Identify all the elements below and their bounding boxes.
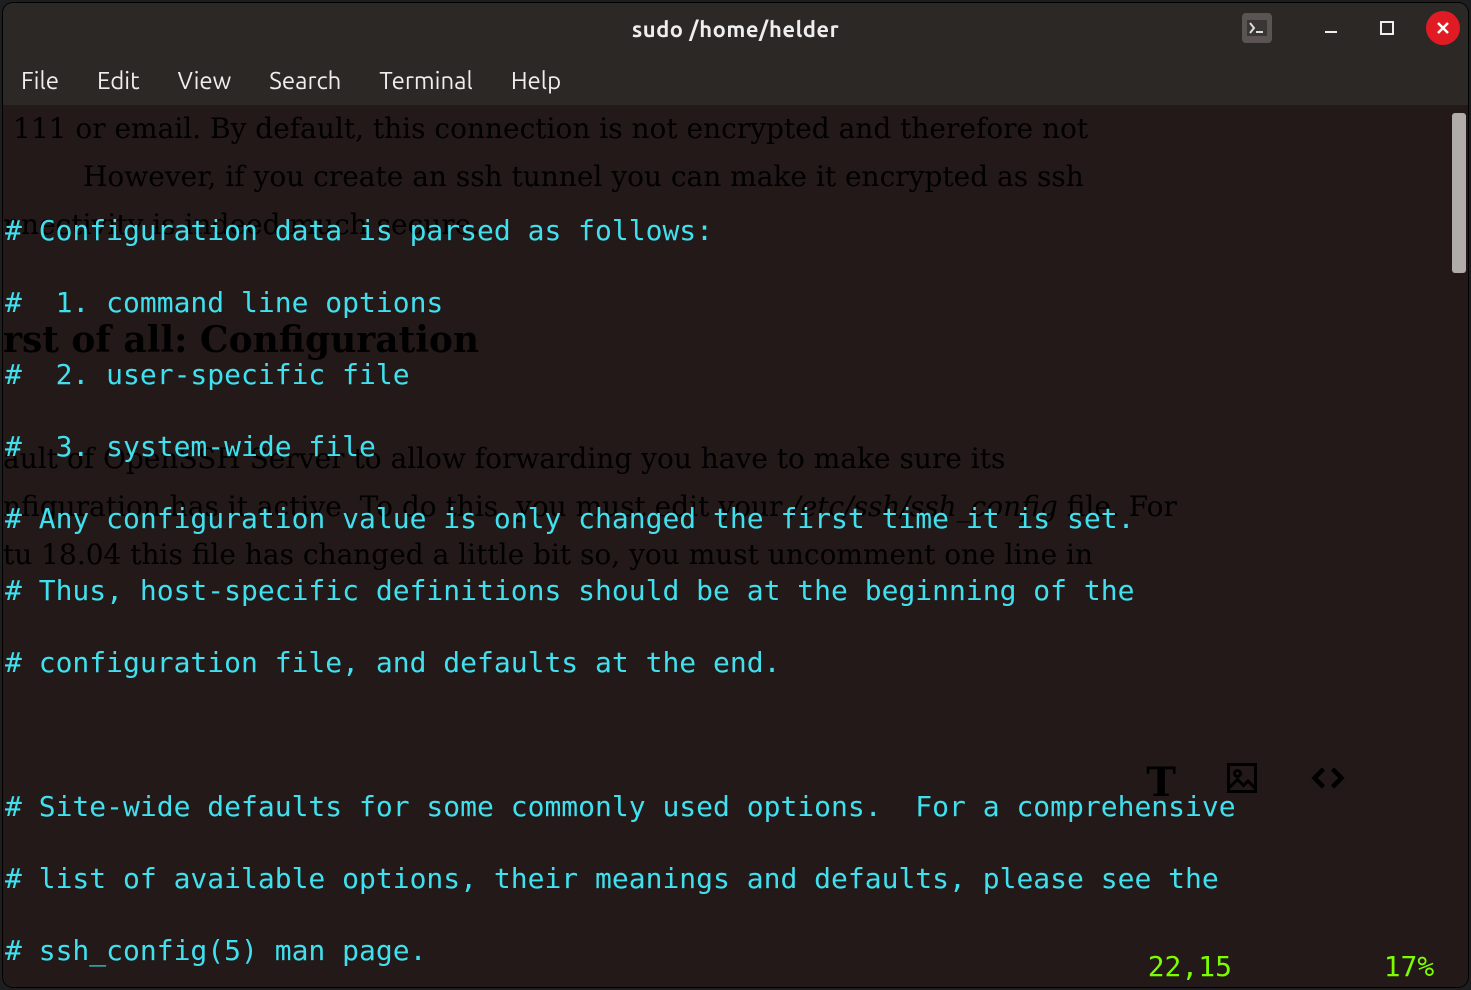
scroll-percent: 17% (1384, 950, 1435, 983)
maximize-button[interactable] (1370, 11, 1404, 45)
terminal-app-icon (1242, 13, 1272, 43)
close-button[interactable] (1426, 11, 1460, 45)
editor-line: # configuration file, and defaults at th… (5, 645, 1468, 681)
titlebar: sudo /home/helder (3, 3, 1468, 55)
editor-line: # Any configuration value is only change… (5, 501, 1468, 537)
menu-file[interactable]: File (21, 67, 59, 94)
editor-line (5, 141, 1468, 177)
menu-help[interactable]: Help (511, 67, 561, 94)
menu-view[interactable]: View (178, 67, 232, 94)
editor-line: # 1. command line options (5, 285, 1468, 321)
window-title: sudo /home/helder (632, 17, 839, 42)
editor-line: # 3. system-wide file (5, 429, 1468, 465)
menu-terminal[interactable]: Terminal (379, 67, 472, 94)
terminal-content: # Configuration data is parsed as follow… (3, 105, 1468, 987)
editor-line: # Thus, host-specific definitions should… (5, 573, 1468, 609)
minimize-button[interactable] (1314, 11, 1348, 45)
terminal-area[interactable]: 111 or email. By default, this connectio… (3, 105, 1468, 987)
vim-status: 22,15 17% (1148, 950, 1468, 983)
terminal-window: sudo /home/helder File Edit View (3, 3, 1468, 987)
editor-line: # Configuration data is parsed as follow… (5, 213, 1468, 249)
editor-line: # 2. user-specific file (5, 357, 1468, 393)
menu-edit[interactable]: Edit (97, 67, 140, 94)
editor-line (5, 717, 1468, 753)
menu-search[interactable]: Search (269, 67, 341, 94)
titlebar-controls (1242, 11, 1460, 45)
menubar: File Edit View Search Terminal Help (3, 55, 1468, 105)
editor-line: # Site-wide defaults for some commonly u… (5, 789, 1468, 825)
cursor-position: 22,15 (1148, 950, 1232, 983)
editor-line: # list of available options, their meani… (5, 861, 1468, 897)
